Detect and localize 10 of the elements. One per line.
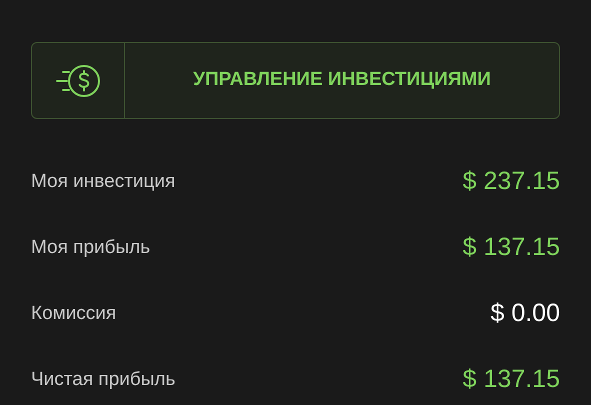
row-label: Чистая прибыль (31, 368, 176, 392)
row-label: Комиссия (31, 302, 116, 326)
row-value: $ 137.15 (462, 232, 560, 264)
row-label: Моя инвестиция (31, 170, 176, 194)
investment-management-button[interactable]: УПРАВЛЕНИЕ ИНВЕСТИЦИЯМИ (31, 42, 560, 119)
row-value: $ 0.00 (490, 298, 560, 330)
row-value: $ 137.15 (462, 364, 560, 396)
dollar-coin-icon (55, 64, 101, 98)
row-value: $ 237.15 (462, 166, 560, 198)
row-label: Моя прибыль (31, 236, 150, 260)
